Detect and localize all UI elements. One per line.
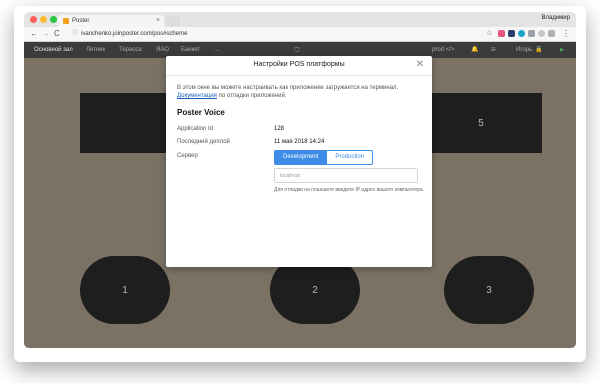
host-hint: Для отладки на планшете введите IP адрес… [274,187,425,193]
browser-titlebar: Poster × Владимир [24,12,576,27]
maximize-window-button[interactable] [50,16,57,23]
close-window-button[interactable] [30,16,37,23]
tab-close-icon[interactable]: × [156,17,160,24]
documentation-link[interactable]: Документация [177,93,217,99]
cashier-name[interactable]: Игорь [516,42,532,58]
lock-icon[interactable]: 🔒 [535,42,542,58]
description-tail: по отладки приложений. [216,93,287,99]
pos-settings-modal: Настройки POS платформы ✕ В этом окне вы… [166,56,432,267]
site-info-icon[interactable]: ⓘ [72,31,78,37]
browser-menu-icon[interactable]: ⋮ [562,28,570,40]
deploy-label: Последний деплой [177,139,230,145]
extension-gray-icon[interactable] [528,30,535,37]
modal-description: В этом окне вы можете настраивать как пр… [177,84,427,100]
play-icon[interactable]: ▶ [560,42,564,58]
forward-icon[interactable]: → [42,28,50,40]
minimize-window-button[interactable] [40,16,47,23]
app-id-label: Application Id [177,126,214,132]
browser-window: Poster × Владимир ← → C ⓘ ivanchenko.join… [24,12,576,348]
extension-light-icon[interactable] [548,30,555,37]
hall-tab-main[interactable]: Основной зал [34,42,73,58]
reload-icon[interactable]: C [54,28,60,40]
bookmark-star-icon[interactable]: ☆ [486,28,492,40]
browser-user-name[interactable]: Владимир [541,15,570,21]
server-label: Сервер [177,153,198,159]
url-field[interactable]: ⓘ ivanchenko.joinposter.com/pos#scheme [72,29,452,39]
extension-pink-icon[interactable] [498,30,505,37]
poster-favicon-icon [63,18,69,24]
production-button[interactable]: Production [327,150,374,165]
url-text: ivanchenko.joinposter.com/pos#scheme [81,31,188,37]
deploy-value: 11 мая 2018 14:24 [274,139,325,145]
tab-title: Poster [72,18,90,24]
app-name: Poster Voice [177,108,225,117]
extension-circle-icon[interactable] [538,30,545,37]
hamburger-menu-icon[interactable]: ≡ [491,42,496,58]
modal-header: Настройки POS платформы ✕ [166,56,432,76]
development-button[interactable]: Development [274,150,328,165]
address-bar-row: ← → C ⓘ ivanchenko.joinposter.com/pos#sch… [24,27,576,42]
extension-dark-icon[interactable] [508,30,515,37]
server-toggle: Development Production [274,150,374,165]
host-input[interactable]: localhost [274,168,418,183]
close-icon[interactable]: ✕ [416,60,424,70]
prod-dev-toggle[interactable]: prod </> [432,42,454,58]
new-tab-button[interactable] [166,16,180,26]
app-id-value: 128 [274,126,285,132]
hall-tab-terrace[interactable]: Терасса [119,42,142,58]
browser-tab[interactable]: Poster × [58,15,164,27]
back-icon[interactable]: ← [30,28,38,40]
bell-icon[interactable]: 🔔 [471,42,478,58]
hall-tab-letnik[interactable]: Летник [86,42,105,58]
description-text: В этом окне вы можете настраивать как пр… [177,85,399,91]
modal-title: Настройки POS платформы [253,61,345,68]
extension-cyan-icon[interactable] [518,30,525,37]
